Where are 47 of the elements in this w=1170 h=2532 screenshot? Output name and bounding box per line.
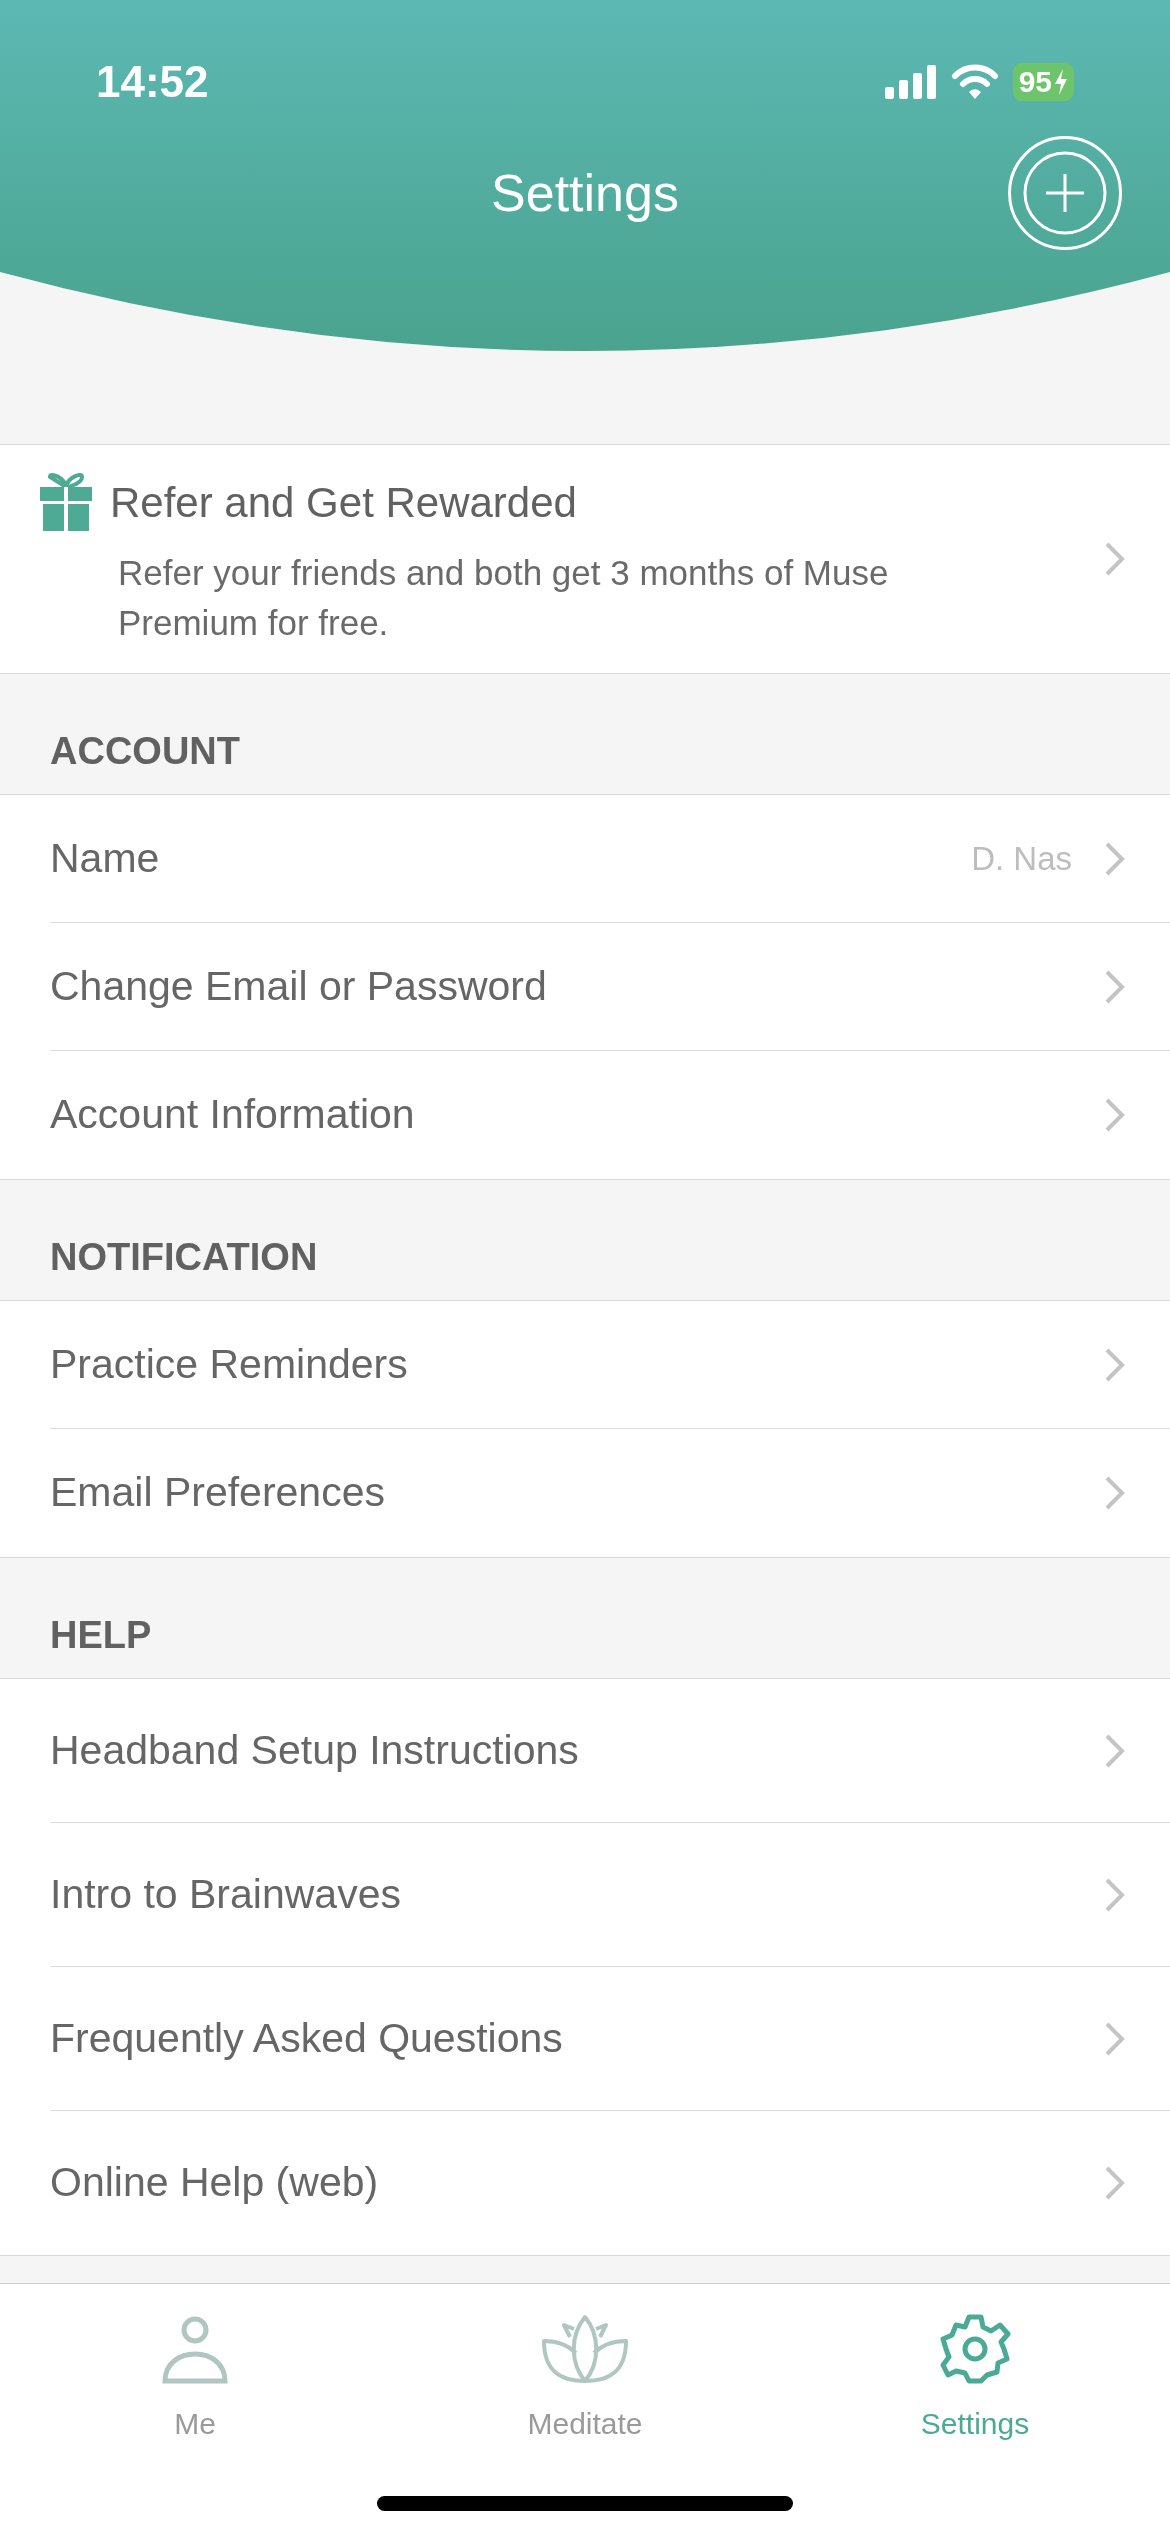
settings-item[interactable]: Headband Setup Instructions <box>50 1679 1170 1823</box>
charging-icon <box>1054 69 1068 95</box>
referral-description: Refer your friends and both get 3 months of Muse Premium for free. <box>118 551 890 644</box>
wifi-icon <box>950 64 999 100</box>
settings-item[interactable]: Online Help (web) <box>50 2111 1170 2255</box>
battery-level: 95 <box>1018 64 1052 100</box>
item-label: Online Help (web) <box>50 2158 380 2208</box>
item-label: Practice Reminders <box>50 1339 409 1389</box>
item-label: Frequently Asked Questions <box>50 2013 564 2063</box>
status-time: 14:52 <box>96 56 209 108</box>
lotus-icon <box>540 2313 630 2385</box>
chevron-icon <box>1104 840 1126 877</box>
person-icon <box>162 2315 228 2385</box>
item-label: Intro to Brainwaves <box>50 1869 402 1919</box>
settings-item[interactable]: Intro to Brainwaves <box>50 1823 1170 1967</box>
plus-icon <box>1022 150 1108 236</box>
gift-icon <box>40 473 92 531</box>
settings-item[interactable]: Account Information <box>50 1051 1170 1179</box>
settings-item[interactable]: Practice Reminders <box>50 1301 1170 1429</box>
item-label: Headband Setup Instructions <box>50 1725 580 1775</box>
chevron-icon <box>1104 1097 1126 1133</box>
section-heading: NOTIFICATION <box>50 1235 318 1280</box>
section-heading: HELP <box>50 1613 152 1658</box>
chevron-icon <box>1104 968 1126 1005</box>
chevron-icon <box>1104 541 1126 577</box>
item-value: D. Nas <box>971 838 1072 879</box>
section-heading: ACCOUNT <box>50 729 240 774</box>
signal-icon <box>884 65 937 99</box>
screen-title: Settings <box>491 163 679 224</box>
item-label: Account Information <box>50 1090 416 1140</box>
settings-item[interactable]: Change Email or Password <box>50 923 1170 1051</box>
chevron-icon <box>1104 1732 1126 1769</box>
item-label: Email Preferences <box>50 1468 386 1518</box>
chevron-icon <box>1104 1475 1126 1511</box>
settings-icon <box>939 2313 1011 2385</box>
chevron-icon <box>1104 1346 1126 1383</box>
referral-title: Refer and Get Rewarded <box>110 477 577 528</box>
settings-item[interactable]: Name D. Nas <box>50 795 1170 923</box>
add-button[interactable] <box>1008 136 1122 250</box>
settings-item[interactable]: Email Preferences <box>50 1429 1170 1557</box>
item-label: Change Email or Password <box>50 961 548 1011</box>
referral-item[interactable]: Refer and Get Rewarded Refer your friends and both get 3 months of Muse Premium for free. <box>0 444 1170 674</box>
chevron-icon <box>1104 2020 1126 2057</box>
chevron-icon <box>1104 1876 1126 1913</box>
settings-item[interactable]: Frequently Asked Questions <box>50 1967 1170 2111</box>
chevron-icon <box>1104 2165 1126 2201</box>
item-label: Name <box>50 833 161 883</box>
